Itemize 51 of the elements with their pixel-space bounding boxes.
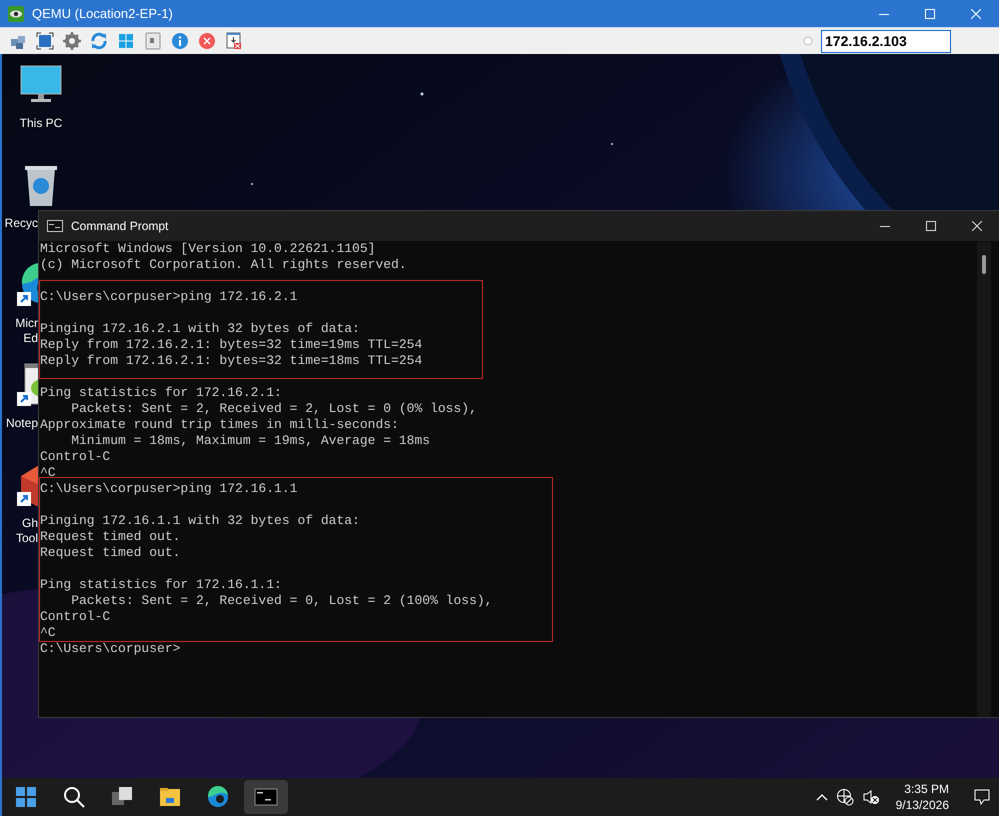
folder-icon[interactable] [158, 785, 182, 809]
window-remove-icon[interactable] [225, 32, 243, 50]
console-line: ^C [40, 625, 56, 641]
chevron-up-icon[interactable] [816, 793, 828, 801]
console-line: Microsoft Windows [Version 10.0.22621.1105] [40, 241, 376, 257]
settings-icon[interactable] [63, 32, 81, 50]
console-line: Ping statistics for 172.16.1.1: [40, 577, 282, 593]
console-line: Minimum = 18ms, Maximum = 19ms, Average = 18ms [70, 433, 430, 449]
address-field[interactable]: 172.16.2.103 [821, 30, 951, 52]
console-button[interactable] [244, 780, 288, 814]
start-icon[interactable] [14, 785, 38, 809]
console-line: Reply from 172.16.2.1: bytes=32 time=18ms TTL=254 [40, 353, 422, 369]
console-line: Ping statistics for 172.16.2.1: [40, 384, 282, 401]
browser-icon[interactable] [206, 785, 230, 809]
console-line: Packets: Sent = 2, Received = 0, Lost = 2 (100% loss), [70, 593, 492, 609]
desktop-icon-label: Recyc [4, 216, 38, 231]
scrollbar-thumb[interactable] [982, 255, 986, 274]
desktop-icon-label: Gh Tool [14, 516, 38, 546]
close-icon[interactable] [972, 221, 982, 231]
console-icon [47, 220, 63, 232]
radio-button[interactable] [803, 36, 813, 46]
console-line: Control-C [40, 609, 110, 625]
speaker-muted-icon[interactable] [862, 788, 880, 806]
notification-icon[interactable] [973, 788, 991, 806]
console-line: ^C [40, 465, 56, 481]
window-title: QEMU (Location2-EP-1) [32, 4, 174, 23]
console-line: Pinging 172.16.1.1 with 32 bytes of data: [40, 513, 360, 529]
clock[interactable]: 3:35 PM 9/13/2026 [896, 781, 949, 813]
console-line: Pinging 172.16.2.1 with 32 bytes of data: [40, 321, 360, 337]
windows-icon[interactable] [117, 32, 135, 50]
console-line: Packets: Sent = 2, Received = 2, Lost = 0 (0% loss), [70, 401, 477, 417]
desktop-icon-label: This PC [20, 116, 62, 131]
maximize-icon[interactable] [926, 221, 936, 231]
console-line: Request timed out. [40, 529, 180, 545]
refresh-icon[interactable] [90, 32, 108, 50]
console-line: Control-C [40, 449, 110, 465]
console-line: C:\Users\corpuser> [40, 641, 180, 657]
console-line: (c) Microsoft Corporation. All rights reserved. [40, 257, 407, 273]
eye-icon [8, 6, 24, 22]
fullscreen-icon[interactable] [36, 32, 54, 50]
search-icon[interactable] [62, 785, 86, 809]
console-line: Request timed out. [40, 545, 180, 561]
globe-icon[interactable] [836, 788, 854, 806]
desktop-icon-label: Micr Ed [14, 316, 38, 346]
console-title: Command Prompt [71, 218, 170, 235]
console-line: Approximate round trip times in milli-seconds: [40, 417, 399, 433]
console-line: Reply from 172.16.2.1: bytes=32 time=19ms TTL=254 [40, 337, 422, 353]
info-icon[interactable] [171, 32, 189, 50]
desktop-icon-label: Notep [4, 416, 38, 431]
console-line: C:\Users\corpuser>ping 172.16.2.1 [40, 289, 298, 305]
console-line: C:\Users\corpuser>ping 172.16.1.1 [40, 481, 298, 497]
